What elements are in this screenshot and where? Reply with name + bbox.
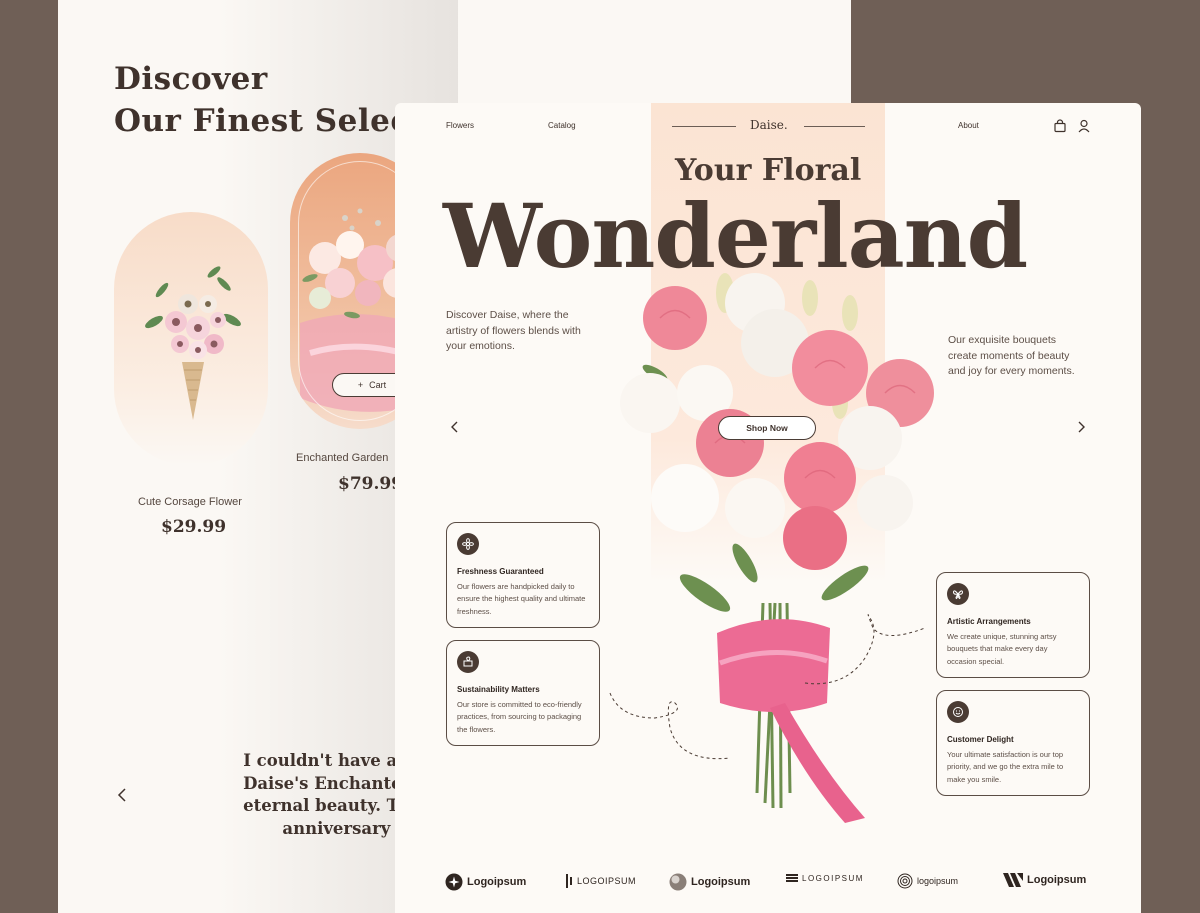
bar-mark-icon: [566, 874, 572, 888]
logo-text: logoipsum: [917, 876, 959, 886]
product-name: Cute Corsage Flower: [138, 496, 242, 508]
smile-badge-icon: [947, 701, 969, 723]
user-icon[interactable]: [1077, 119, 1091, 133]
nav-about[interactable]: About: [958, 121, 979, 130]
title-line-1: Discover: [114, 61, 268, 97]
sphere-icon: [669, 873, 687, 891]
shopping-bag-icon[interactable]: [1053, 119, 1067, 133]
partner-logo: Logoipsum: [445, 873, 526, 891]
testimonial-prev-button[interactable]: [114, 786, 130, 804]
title-line-2: Our Finest Selec: [114, 103, 410, 139]
leaf-box-icon: [457, 651, 479, 673]
logo-text: Logoipsum: [467, 876, 527, 888]
cart-button-label: Cart: [369, 380, 387, 390]
feature-card-freshness: Freshness Guaranteed Our flowers are han…: [446, 522, 600, 628]
product-price: $79.99: [338, 474, 404, 494]
product-price: $29.99: [161, 517, 227, 537]
divider: [672, 126, 736, 127]
partner-logos: Logoipsum LOGOIPSUM Logoipsum LOGOIPSUM …: [445, 873, 1091, 893]
partner-logo: logoipsum: [897, 873, 958, 889]
chevron-left-icon: [451, 421, 458, 433]
chevron-right-icon: [1078, 421, 1085, 433]
carousel-prev-button[interactable]: [448, 419, 462, 435]
product-card-image-corsage[interactable]: [114, 212, 268, 466]
feature-card-delight: Customer Delight Your ultimate satisfact…: [936, 690, 1090, 796]
feature-card-sustainability: Sustainability Matters Our store is comm…: [446, 640, 600, 746]
dashed-decoration: [804, 614, 926, 685]
brand-logo[interactable]: Daise.: [750, 118, 788, 132]
hero-left-text: Discover Daise, where the artistry of fl…: [446, 309, 581, 352]
section-title: Discover Our Finest Selec: [114, 58, 410, 142]
logo-text: Logoipsum: [691, 876, 751, 888]
partner-logo: LOGOIPSUM: [565, 873, 636, 889]
nav-catalog[interactable]: Catalog: [548, 121, 576, 130]
stripes-icon: [786, 874, 798, 882]
star-badge-icon: [445, 873, 463, 891]
partner-logo: Logoipsum: [1003, 873, 1086, 887]
butterfly-icon: [947, 583, 969, 605]
feature-title: Artistic Arrangements: [947, 617, 1031, 626]
slash-mark-icon: [1003, 873, 1023, 887]
target-icon: [897, 873, 913, 889]
dashed-decoration: [609, 692, 731, 760]
flower-icon: [457, 533, 479, 555]
feature-description: Our flowers are handpicked daily to ensu…: [457, 582, 586, 616]
chevron-left-icon: [117, 788, 126, 802]
partner-logo: Logoipsum: [669, 873, 750, 891]
carousel-next-button[interactable]: [1074, 419, 1088, 435]
feature-title: Customer Delight: [947, 735, 1014, 744]
logo-text: LOGOIPSUM: [802, 873, 864, 883]
logo-text: LOGOIPSUM: [577, 876, 637, 886]
nav-flowers[interactable]: Flowers: [446, 121, 474, 130]
product-name: Enchanted Garden: [296, 452, 389, 464]
ice-cream-bouquet-icon: [145, 266, 241, 420]
shop-now-button[interactable]: Shop Now: [718, 416, 816, 440]
feature-description: Our store is committed to eco-friendly p…: [457, 700, 582, 734]
feature-description: We create unique, stunning artsy bouquet…: [947, 632, 1057, 666]
partner-logo: LOGOIPSUM: [786, 873, 864, 883]
divider: [804, 126, 865, 127]
front-page: Flowers Catalog Daise. About Your Floral…: [395, 103, 1141, 913]
feature-card-artistic: Artistic Arrangements We create unique, …: [936, 572, 1090, 678]
feature-title: Sustainability Matters: [457, 685, 540, 694]
hero-right-text: Our exquisite bouquets create moments of…: [948, 334, 1075, 377]
feature-description: Your ultimate satisfaction is our top pr…: [947, 750, 1064, 784]
plus-icon: +: [357, 380, 364, 390]
feature-title: Freshness Guaranteed: [457, 567, 544, 576]
logo-text: Logoipsum: [1027, 874, 1087, 886]
